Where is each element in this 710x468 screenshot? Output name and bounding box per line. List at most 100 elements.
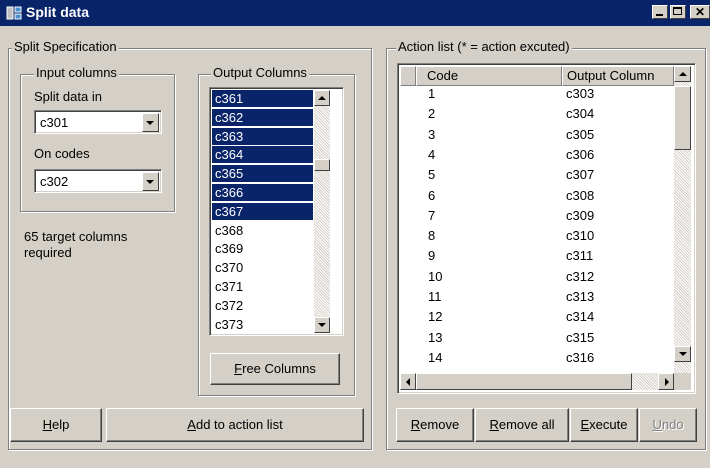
output-column-cell[interactable]: c313 [566, 289, 594, 305]
output-column-item[interactable]: c362 [212, 108, 313, 126]
scroll-up-button[interactable] [674, 66, 691, 82]
free-columns-mnemonic: F [234, 361, 243, 376]
output-columns-listbox[interactable]: c361 c362 c363 c364 c365 c366 c367 c368 c369 c370… [209, 87, 344, 336]
add-label: dd to action list [195, 417, 283, 432]
split-data-in-label: Split data in [34, 89, 102, 104]
remove-button[interactable]: Remove [396, 408, 474, 442]
help-label: elp [52, 417, 70, 432]
remove-all-label: emove all [498, 417, 555, 432]
minimize-icon [656, 14, 663, 16]
code-cell[interactable]: 11 [428, 289, 442, 305]
maximize-icon [673, 7, 682, 15]
free-columns-label: ree Columns [242, 361, 316, 376]
output-column-cell[interactable]: c310 [566, 228, 594, 244]
action-list-hscrollbar[interactable] [400, 373, 674, 390]
output-column-cell[interactable]: c312 [566, 269, 594, 285]
add-to-action-list-button[interactable]: Add to action list [106, 408, 364, 442]
execute-button[interactable]: Execute [570, 408, 638, 442]
output-column-cell[interactable]: c314 [566, 309, 594, 325]
output-column-item[interactable]: c370 [212, 259, 313, 276]
output-column-cell[interactable]: c305 [566, 127, 594, 143]
scroll-right-button[interactable] [658, 373, 674, 390]
row-header-corner [400, 66, 416, 86]
output-column-item[interactable]: c366 [212, 184, 313, 201]
output-column-cell[interactable]: c306 [566, 147, 594, 163]
output-column-cell[interactable]: c304 [566, 106, 594, 122]
code-cell[interactable]: 8 [428, 228, 435, 244]
scroll-up-button[interactable] [314, 90, 330, 106]
code-cell[interactable]: 5 [428, 167, 435, 183]
execute-label: xecute [589, 417, 628, 432]
scroll-down-button[interactable] [314, 317, 330, 333]
output-column-cell[interactable]: c307 [566, 167, 594, 183]
output-column-item[interactable]: c371 [212, 278, 313, 295]
code-cell[interactable]: 9 [428, 248, 435, 264]
code-cell[interactable]: 2 [428, 106, 435, 122]
hscroll-thumb[interactable] [416, 373, 632, 390]
output-column-item[interactable]: c373 [212, 316, 313, 333]
minimize-button[interactable] [652, 5, 668, 19]
output-column-cell[interactable]: c308 [566, 188, 594, 204]
output-column-item[interactable]: c363 [212, 127, 313, 145]
output-column-cell[interactable]: c316 [566, 350, 594, 366]
arrow-left-icon [406, 378, 410, 386]
remove-label: emove [420, 417, 460, 432]
output-column-header[interactable]: Output Column [562, 66, 674, 86]
code-cell[interactable]: 7 [428, 208, 435, 224]
split-data-in-value: c301 [40, 115, 69, 130]
code-cell[interactable]: 1 [428, 86, 435, 102]
window-title: Split data [26, 4, 90, 20]
split-specification-title: Split Specification [12, 39, 119, 54]
title-bar[interactable]: Split data ✕ [0, 0, 710, 26]
code-cell[interactable]: 12 [428, 309, 442, 325]
vscroll-thumb[interactable] [674, 86, 691, 150]
code-cell[interactable]: 3 [428, 127, 435, 143]
code-cell[interactable]: 6 [428, 188, 435, 204]
undo-button[interactable]: Undo [639, 408, 697, 442]
output-column-item[interactable]: c369 [212, 240, 313, 257]
chevron-down-icon [146, 180, 154, 184]
arrow-right-icon [665, 378, 669, 386]
output-column-item[interactable]: c372 [212, 297, 313, 314]
on-codes-combo[interactable]: c302 [34, 169, 162, 193]
scroll-left-button[interactable] [400, 373, 416, 390]
output-column-item[interactable]: c361 [212, 90, 313, 107]
close-icon: ✕ [694, 5, 706, 19]
undo-label: ndo [661, 417, 684, 432]
on-codes-label: On codes [34, 146, 90, 161]
code-cell[interactable]: 4 [428, 147, 435, 163]
action-list-grid[interactable]: Code Output Column 1 c303 2 c304 3 c305 4 c306 5… [397, 63, 696, 394]
action-list-vscrollbar[interactable] [674, 66, 691, 373]
close-button[interactable]: ✕ [690, 5, 710, 19]
arrow-up-icon [318, 96, 326, 100]
output-column-cell[interactable]: c315 [566, 330, 594, 346]
split-data-app-icon [6, 6, 22, 20]
on-codes-value: c302 [40, 174, 69, 189]
remove-all-button[interactable]: Remove all [475, 408, 569, 442]
output-column-cell[interactable]: c309 [566, 208, 594, 224]
on-codes-dropdown-button[interactable] [142, 172, 159, 191]
code-cell[interactable]: 13 [428, 330, 442, 346]
code-cell[interactable]: 14 [428, 350, 442, 366]
scroll-down-button[interactable] [674, 346, 691, 362]
scroll-thumb[interactable] [314, 159, 330, 171]
code-cell[interactable]: 10 [428, 269, 442, 285]
arrow-up-icon [679, 72, 687, 76]
output-column-cell[interactable]: c303 [566, 86, 594, 102]
split-data-dropdown-button[interactable] [142, 113, 159, 132]
arrow-down-icon [318, 323, 326, 327]
action-list-title: Action list (* = action excuted) [396, 39, 572, 54]
help-button[interactable]: Help [10, 408, 102, 442]
output-column-item[interactable]: c365 [212, 165, 313, 183]
output-column-item[interactable]: c364 [212, 146, 313, 164]
output-column-cell[interactable]: c311 [566, 248, 593, 264]
maximize-button[interactable] [670, 5, 686, 19]
code-column-header[interactable]: Code [416, 66, 562, 86]
output-column-item[interactable]: c368 [212, 222, 313, 239]
arrow-down-icon [679, 352, 687, 356]
input-columns-title: Input columns [34, 65, 119, 80]
output-columns-scrollbar[interactable] [314, 90, 330, 333]
output-column-item[interactable]: c367 [212, 202, 313, 220]
free-columns-button[interactable]: Free Columns [210, 353, 340, 385]
split-data-in-combo[interactable]: c301 [34, 110, 162, 134]
